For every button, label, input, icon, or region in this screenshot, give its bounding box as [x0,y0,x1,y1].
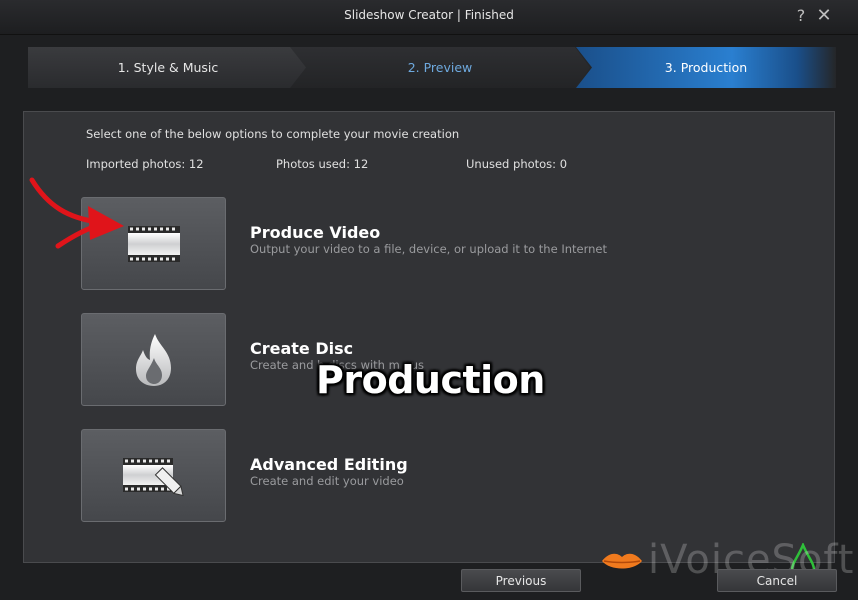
imported-photos-stat: Imported photos: 12 [86,157,204,171]
title-bar: Slideshow Creator | Finished ? ✕ [0,0,858,35]
advanced-editing-title: Advanced Editing [250,455,408,474]
film-strip-icon [127,225,180,262]
overlay-caption: Production [316,358,545,402]
previous-button[interactable]: Previous [461,569,581,592]
step-production[interactable]: 3. Production [576,47,836,88]
photos-used-stat: Photos used: 12 [276,157,369,171]
close-button[interactable]: ✕ [815,7,833,25]
unused-photos-stat: Unused photos: 0 [466,157,568,171]
film-edit-icon [122,457,184,496]
red-arrow-annotation [29,177,124,249]
help-button[interactable]: ? [792,7,810,25]
production-panel: Select one of the below options to compl… [23,111,835,563]
produce-video-description: Output your video to a file, device, or … [250,242,607,256]
step-style-music[interactable]: 1. Style & Music [28,47,308,88]
create-disc-button[interactable] [81,313,226,406]
cancel-button[interactable]: Cancel [717,569,837,592]
flame-icon [135,333,171,386]
step-preview[interactable]: 2. Preview [290,47,590,88]
produce-video-title: Produce Video [250,223,381,242]
advanced-editing-button[interactable] [81,429,226,522]
window-title: Slideshow Creator | Finished [344,8,514,22]
lips-icon [602,553,642,569]
advanced-editing-description: Create and edit your video [250,474,404,488]
create-disc-title: Create Disc [250,339,354,358]
wizard-steps: 1. Style & Music 2. Preview 3. Productio… [28,47,836,88]
instruction-text: Select one of the below options to compl… [86,127,460,141]
